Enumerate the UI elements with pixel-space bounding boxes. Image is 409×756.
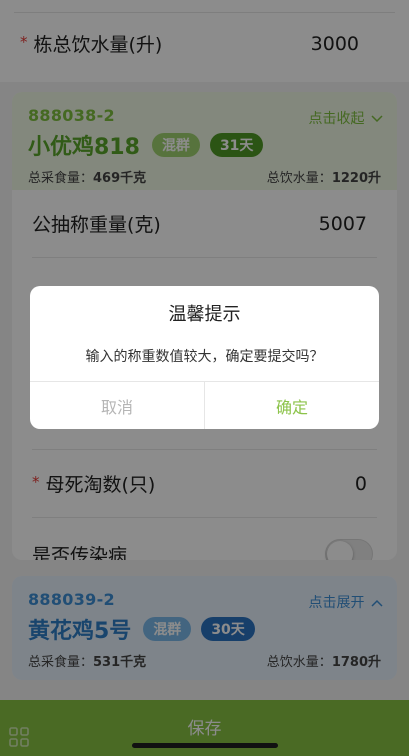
dialog-title: 温馨提示 [168,304,241,325]
confirm-button[interactable]: 确定 [205,382,379,429]
dialog-actions: 取消 确定 [30,381,379,429]
cancel-button[interactable]: 取消 [30,382,205,429]
confirm-dialog: 温馨提示 输入的称重数值较大，确定要提交吗？ 取消 确定 [30,286,379,429]
dialog-message: 输入的称重数值较大，确定要提交吗？ [85,349,324,365]
home-indicator [131,743,278,748]
